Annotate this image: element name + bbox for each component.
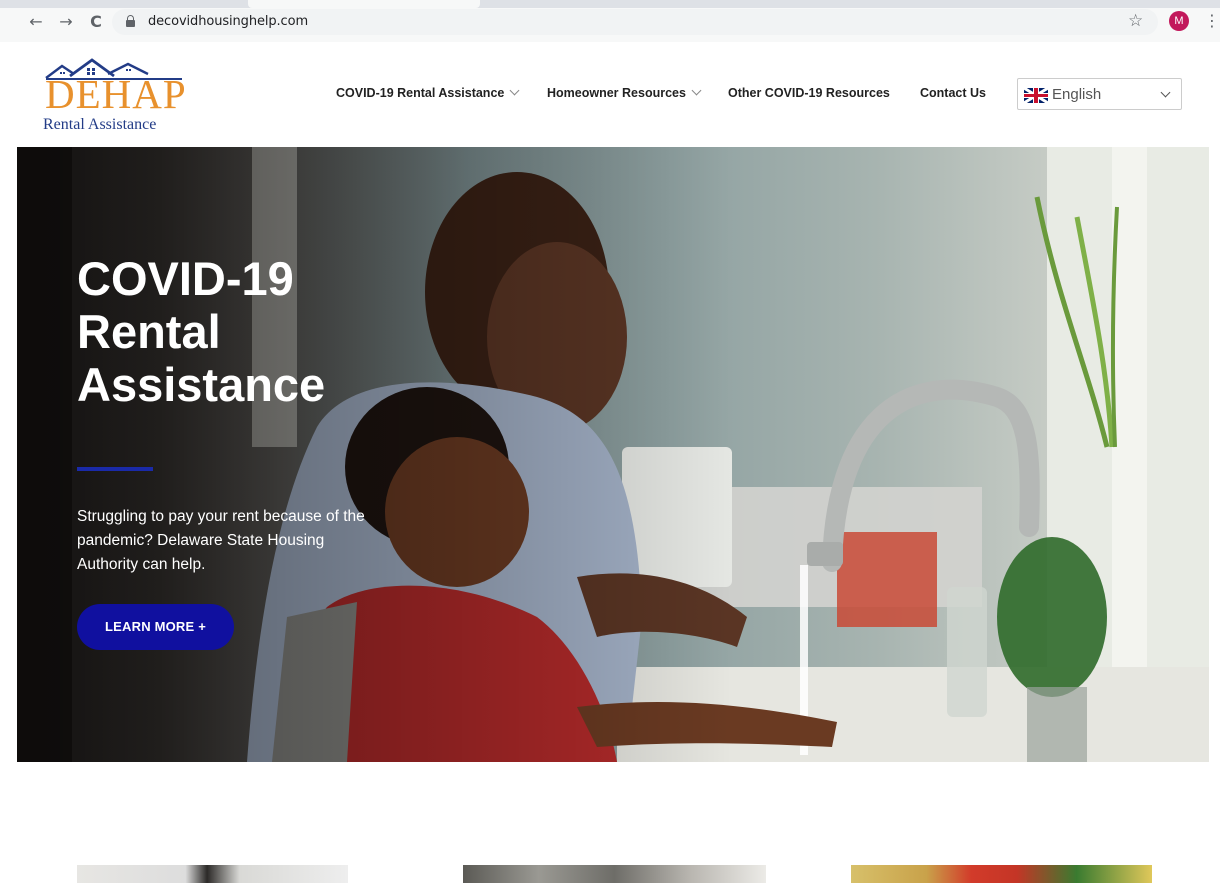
dehap-logo[interactable]: DEHAP Rental Assistance	[42, 56, 192, 136]
bookmark-star-icon[interactable]: ☆	[1128, 11, 1143, 31]
active-tab[interactable]	[248, 0, 480, 8]
hero-banner: COVID-19 Rental Assistance Struggling to…	[17, 147, 1209, 762]
profile-avatar[interactable]: M	[1169, 11, 1189, 31]
nav-item-label: Homeowner Resources	[547, 86, 686, 100]
nav-item-covid-rental-assistance[interactable]: COVID-19 Rental Assistance	[336, 85, 520, 100]
forward-icon[interactable]: →	[56, 12, 76, 32]
back-icon[interactable]: ←	[26, 12, 46, 32]
hero-photo	[17, 147, 1209, 762]
hero-description: Struggling to pay your rent because of t…	[77, 508, 365, 573]
tab-strip	[0, 0, 1220, 8]
nav-item-label: Other COVID-19 Resources	[728, 86, 890, 100]
card-image-2[interactable]	[463, 865, 766, 883]
logo-subtitle: Rental Assistance	[43, 116, 157, 133]
chevron-down-icon	[1160, 87, 1171, 98]
language-selected-value: English	[1052, 86, 1102, 103]
nav-item-contact-us[interactable]: Contact Us	[920, 86, 986, 100]
chevron-down-icon	[509, 85, 520, 96]
address-bar[interactable]: decovidhousinghelp.com	[112, 9, 1158, 35]
browser-toolbar: ← → C decovidhousinghelp.com ☆ M ⋮	[0, 0, 1220, 42]
website: DEHAP Rental Assistance COVID-19 Rental …	[17, 42, 1209, 883]
site-header: DEHAP Rental Assistance COVID-19 Rental …	[17, 42, 1209, 147]
language-select[interactable]: English	[1017, 78, 1182, 110]
reload-icon[interactable]: C	[86, 12, 106, 32]
hero-title: COVID-19 Rental Assistance	[77, 252, 326, 411]
chevron-down-icon	[691, 85, 702, 96]
card-image-1[interactable]	[77, 865, 348, 883]
nav-item-other-covid-resources[interactable]: Other COVID-19 Resources	[728, 86, 890, 100]
hero-divider	[77, 467, 153, 471]
uk-flag-icon	[1024, 88, 1048, 103]
lock-icon[interactable]	[126, 15, 135, 27]
card-image-3[interactable]	[851, 865, 1152, 883]
learn-more-button[interactable]: LEARN MORE +	[77, 604, 234, 650]
url-text: decovidhousinghelp.com	[148, 14, 309, 29]
nav-item-label: Contact Us	[920, 86, 986, 100]
browser-menu-icon[interactable]: ⋮	[1204, 11, 1220, 30]
nav-item-homeowner-resources[interactable]: Homeowner Resources	[547, 85, 702, 100]
logo-wordmark: DEHAP	[45, 71, 187, 117]
nav-item-label: COVID-19 Rental Assistance	[336, 86, 505, 100]
